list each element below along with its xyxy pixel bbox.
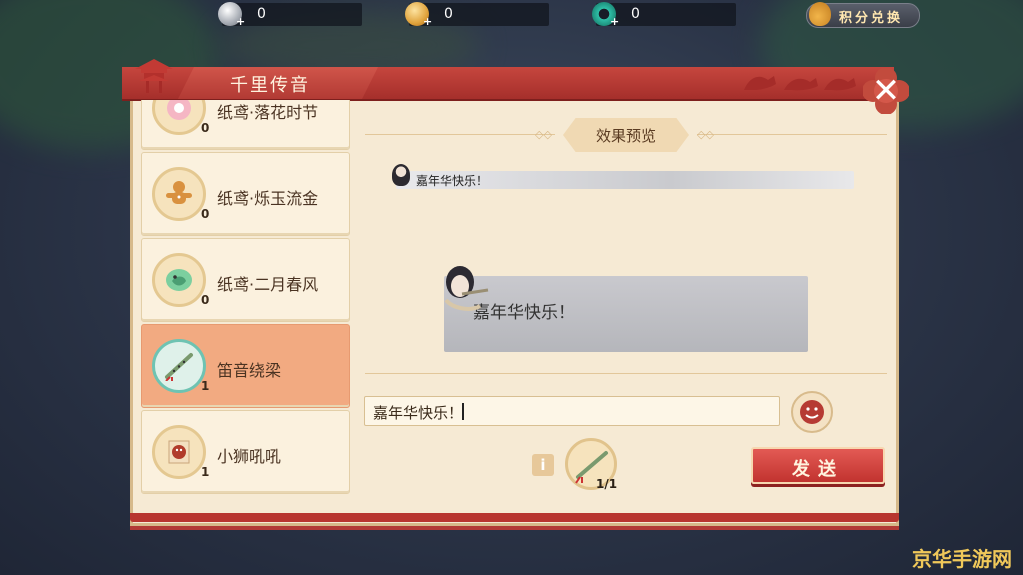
flute-icon [165,353,193,381]
item-list[interactable]: 纸鸢·落花时节 0 纸鸢·烁玉流金 0 纸鸢·二月春风 0 笛音绕梁 1 小狮吼… [141,100,351,498]
divider [365,373,887,374]
dialog-title: 千里传音 [230,75,310,96]
currency-gold[interactable]: + 0 [405,2,549,28]
list-item-selected[interactable]: 笛音绕梁 1 [141,324,350,408]
send-button[interactable]: 发送 [751,447,885,484]
item-count: 0 [201,207,210,221]
text-caret [462,403,464,420]
gingerbread-kite-icon [166,181,192,204]
ornament-icon: ◇◇ [535,128,552,141]
horse-riders-decoration [744,76,856,91]
close-button[interactable]: ✕ [862,67,910,115]
info-button[interactable]: i [532,454,554,476]
watermark: 京华手游网 [912,547,1012,571]
close-icon: ✕ [871,71,901,111]
green-dragon-kite-icon [166,269,192,291]
lion-scroll-icon [168,440,190,464]
currency-jade[interactable]: + 0 [592,2,736,28]
item-name: 纸鸢·落花时节 [217,103,319,122]
currency-silver[interactable]: + 0 [218,2,362,28]
item-name: 笛音绕梁 [217,361,282,380]
divider [365,134,555,135]
preview-large-bubble: 嘉年华快乐！ [444,276,808,352]
preview-label: 效果预览 [595,127,656,145]
currency-value: 0 [444,6,453,22]
money-bag-icon [809,2,831,26]
pavilion-icon [135,59,173,93]
message-input[interactable]: 嘉年华快乐！ [364,396,780,426]
list-item[interactable]: 小狮吼吼 1 [141,410,350,494]
currency-value: 0 [631,6,640,22]
flower-kite-icon [167,100,191,120]
currency-value: 0 [257,6,266,22]
plus-icon: + [610,15,620,28]
list-item[interactable]: 纸鸢·落花时节 0 [141,100,350,150]
item-count: 0 [201,121,210,135]
divider [697,134,887,135]
smiley-icon [800,400,824,424]
avatar [444,266,489,311]
dialog-bottom-border [130,513,899,522]
item-name: 小狮吼吼 [217,447,282,466]
exchange-label: 积分兑换 [839,11,904,26]
preview-small-bubble: 嘉年华快乐！ [396,171,854,189]
list-item[interactable]: 纸鸢·烁玉流金 0 [141,152,350,236]
emoji-button[interactable] [791,391,833,433]
item-count: 0 [201,293,210,307]
ornament-icon: ◇◇ [697,128,714,141]
list-item[interactable]: 纸鸢·二月春风 0 [141,238,350,322]
item-name: 纸鸢·二月春风 [217,275,319,294]
points-exchange-button[interactable]: 积分兑换 [806,2,920,28]
item-count: 1 [201,379,210,393]
plus-icon: + [236,15,246,28]
avatar [392,164,410,186]
small-bubble-text: 嘉年华快乐！ [416,174,489,188]
selected-item-count: 1/1 [596,477,618,491]
message-input-value: 嘉年华快乐！ [373,404,464,422]
send-button-label: 发送 [792,459,844,480]
item-name: 纸鸢·烁玉流金 [217,189,319,208]
plus-icon: + [423,15,433,28]
item-count: 1 [201,465,210,479]
